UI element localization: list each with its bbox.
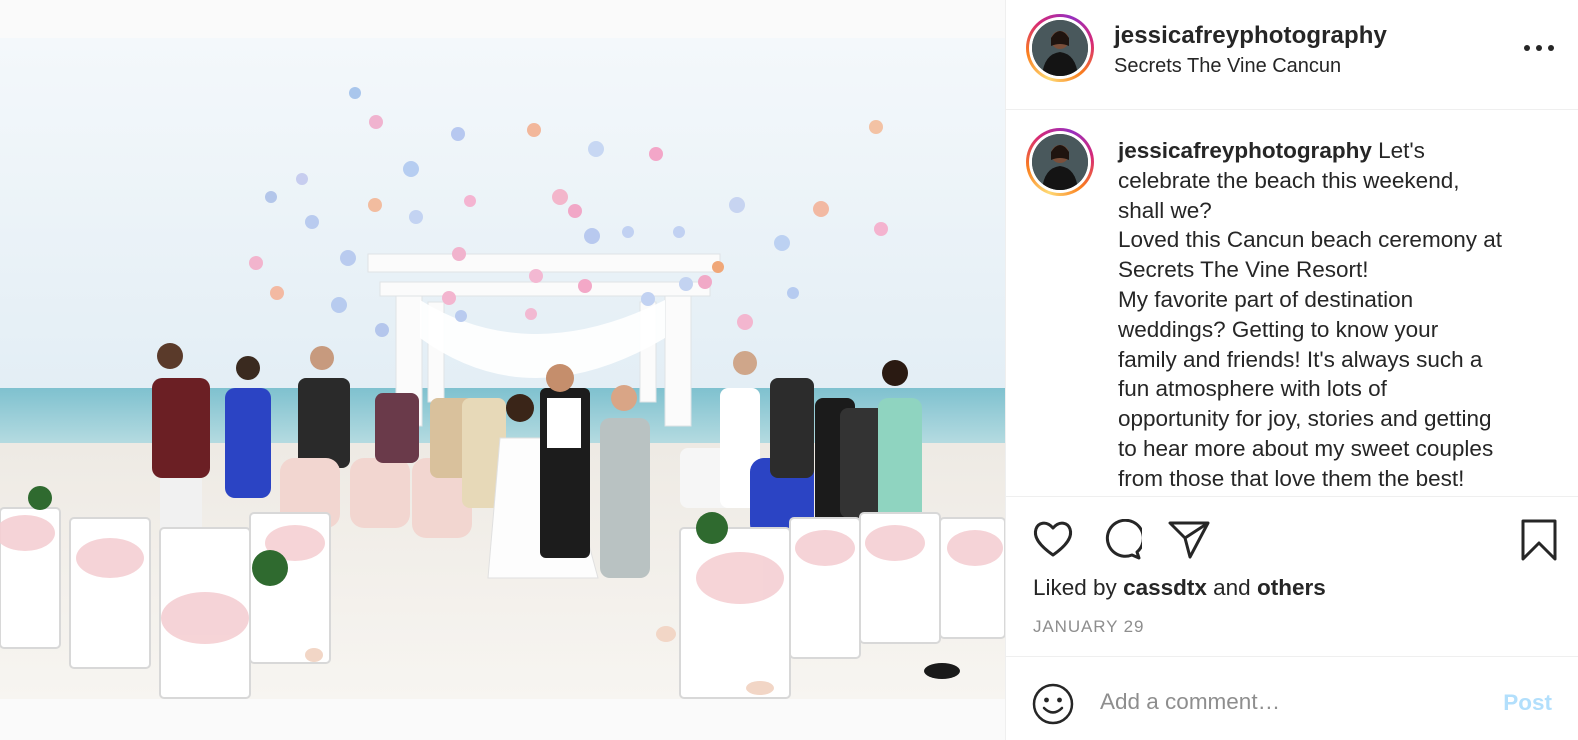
post-header: jessicafreyphotography Secrets The Vine … bbox=[1006, 0, 1578, 110]
header-username[interactable]: jessicafreyphotography bbox=[1114, 22, 1387, 50]
caption-line: opportunity for joy, stories and getting bbox=[1118, 406, 1492, 432]
caption-line: weddings? Getting to know your bbox=[1118, 316, 1439, 342]
caption-line: fun atmosphere with lots of bbox=[1118, 376, 1387, 402]
actions-area: Liked by cassdtx and others JANUARY 29 bbox=[1006, 496, 1578, 656]
post-date[interactable]: JANUARY 29 bbox=[1033, 617, 1144, 637]
wedding-beach-photo bbox=[0, 38, 1005, 699]
caption-line: shall we? bbox=[1118, 197, 1212, 223]
smiley-icon[interactable] bbox=[1032, 683, 1074, 730]
caption-line: Loved this Cancun beach ceremony at bbox=[1118, 227, 1502, 253]
caption-line: Secrets The Vine Resort! bbox=[1118, 257, 1369, 283]
caption-text: jessicafreyphotography Let's celebrate t… bbox=[1118, 136, 1558, 494]
likes-others-link[interactable]: others bbox=[1257, 575, 1326, 600]
likes-prefix: Liked by bbox=[1033, 575, 1117, 600]
caption-line: celebrate the beach this weekend, bbox=[1118, 167, 1460, 193]
caption-line: to hear more about my sweet couples bbox=[1118, 435, 1494, 461]
comment-area: Post bbox=[1006, 656, 1578, 740]
speech-bubble-icon[interactable] bbox=[1100, 519, 1142, 561]
caption-avatar[interactable] bbox=[1026, 128, 1094, 196]
caption-line: My favorite part of destination bbox=[1118, 286, 1414, 312]
paper-plane-icon[interactable] bbox=[1168, 519, 1210, 559]
post-photo[interactable] bbox=[0, 38, 1005, 699]
caption-area: jessicafreyphotography Let's celebrate t… bbox=[1006, 110, 1578, 496]
caption-username[interactable]: jessicafreyphotography bbox=[1118, 138, 1372, 163]
likes-user-link[interactable]: cassdtx bbox=[1123, 575, 1207, 600]
post-panel: jessicafreyphotography Secrets The Vine … bbox=[1006, 0, 1578, 740]
post-comment-button[interactable]: Post bbox=[1503, 690, 1552, 716]
heart-icon[interactable] bbox=[1032, 519, 1074, 559]
post-media bbox=[0, 0, 1005, 740]
bookmark-icon[interactable] bbox=[1520, 519, 1558, 561]
avatar-image bbox=[1032, 20, 1088, 76]
caption-line: Let's bbox=[1378, 138, 1425, 163]
likes-joiner: and bbox=[1213, 575, 1251, 600]
caption-line: family and friends! It's always such a bbox=[1118, 346, 1483, 372]
likes-summary: Liked by cassdtx and others bbox=[1033, 575, 1326, 601]
caption-line: from those that love them the best! bbox=[1118, 465, 1465, 491]
header-location[interactable]: Secrets The Vine Cancun bbox=[1114, 55, 1341, 78]
comment-input[interactable] bbox=[1100, 685, 1470, 719]
header-avatar[interactable] bbox=[1026, 14, 1094, 82]
more-options-icon[interactable] bbox=[1524, 38, 1554, 58]
avatar-image bbox=[1032, 134, 1088, 190]
